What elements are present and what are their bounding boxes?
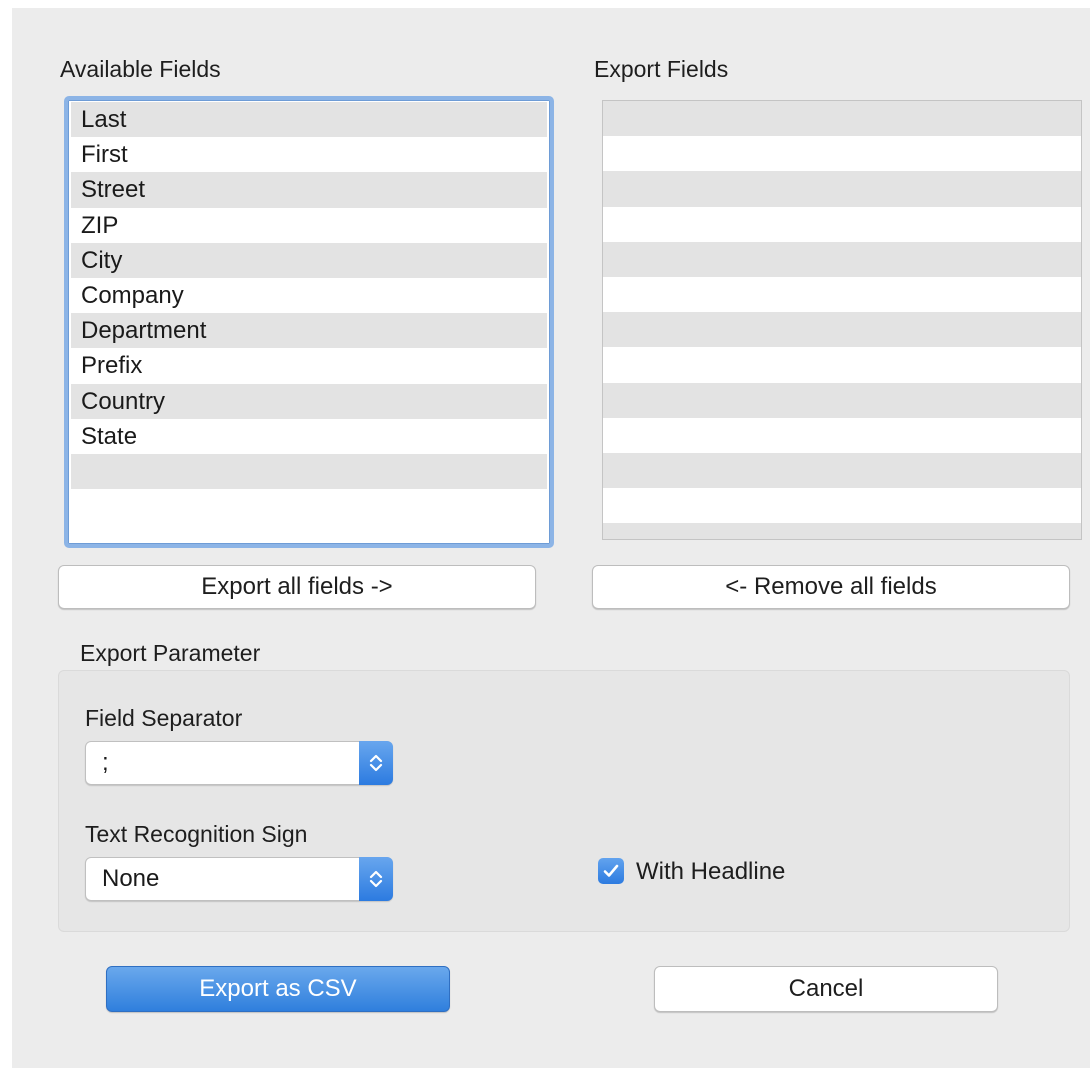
list-item[interactable]: State	[71, 418, 547, 454]
remove-all-fields-button[interactable]: <- Remove all fields	[592, 565, 1070, 609]
text-recognition-sign-popup[interactable]: None	[85, 857, 393, 901]
up-down-chevron-icon	[359, 741, 393, 785]
list-item[interactable]	[603, 276, 1081, 313]
export-all-fields-label: Export all fields ->	[201, 573, 393, 600]
list-item[interactable]	[603, 206, 1081, 242]
cancel-label: Cancel	[788, 975, 864, 1002]
list-item[interactable]	[71, 489, 547, 525]
export-as-csv-label: Export as CSV	[199, 975, 357, 1002]
list-item[interactable]	[603, 136, 1081, 172]
checkmark-icon	[603, 864, 619, 877]
list-item[interactable]: First	[71, 137, 547, 173]
list-item[interactable]: ZIP	[71, 207, 547, 243]
export-fields-rows	[603, 101, 1081, 539]
export-all-fields-button[interactable]: Export all fields ->	[58, 565, 536, 609]
list-item[interactable]	[603, 417, 1081, 453]
list-item[interactable]	[603, 347, 1081, 383]
text-recognition-sign-label: Text Recognition Sign	[85, 821, 308, 847]
up-down-chevron-icon	[359, 857, 393, 901]
list-item[interactable]: Country	[71, 383, 547, 419]
list-item[interactable]: Company	[71, 277, 547, 314]
export-parameter-group: Field Separator ; Text Recognition Sign …	[58, 670, 1070, 932]
field-separator-label: Field Separator	[85, 705, 243, 731]
list-item[interactable]	[603, 101, 1081, 137]
field-separator-popup[interactable]: ;	[85, 741, 393, 785]
export-as-csv-button[interactable]: Export as CSV	[106, 966, 450, 1012]
list-item[interactable]: City	[71, 242, 547, 278]
export-dialog: Available Fields Export Fields Last First…	[12, 8, 1090, 1068]
list-item[interactable]	[603, 312, 1081, 348]
cancel-button[interactable]: Cancel	[654, 966, 998, 1012]
list-item[interactable]	[603, 488, 1081, 524]
available-fields-rows: Last First Street ZIP City Company Department P…	[71, 102, 547, 525]
list-item[interactable]	[603, 452, 1081, 489]
text-recognition-sign-value: None	[102, 865, 160, 892]
with-headline-label: With Headline	[636, 858, 786, 885]
list-item[interactable]	[71, 453, 547, 490]
list-item[interactable]	[603, 523, 1081, 539]
export-fields-list[interactable]	[602, 100, 1082, 540]
available-fields-label: Available Fields	[60, 56, 221, 82]
list-item[interactable]	[603, 382, 1081, 418]
list-item[interactable]: Prefix	[71, 348, 547, 384]
field-separator-value: ;	[102, 749, 109, 776]
export-fields-label: Export Fields	[594, 56, 729, 82]
list-item[interactable]	[603, 171, 1081, 207]
list-item[interactable]: Last	[71, 102, 547, 138]
list-item[interactable]: Department	[71, 313, 547, 349]
remove-all-fields-label: <- Remove all fields	[725, 573, 937, 600]
available-fields-list[interactable]: Last First Street ZIP City Company Department P…	[64, 96, 554, 548]
list-item[interactable]	[603, 241, 1081, 277]
list-item[interactable]: Street	[71, 172, 547, 208]
export-parameter-label: Export Parameter	[80, 640, 261, 666]
with-headline-checkbox[interactable]	[598, 858, 624, 884]
